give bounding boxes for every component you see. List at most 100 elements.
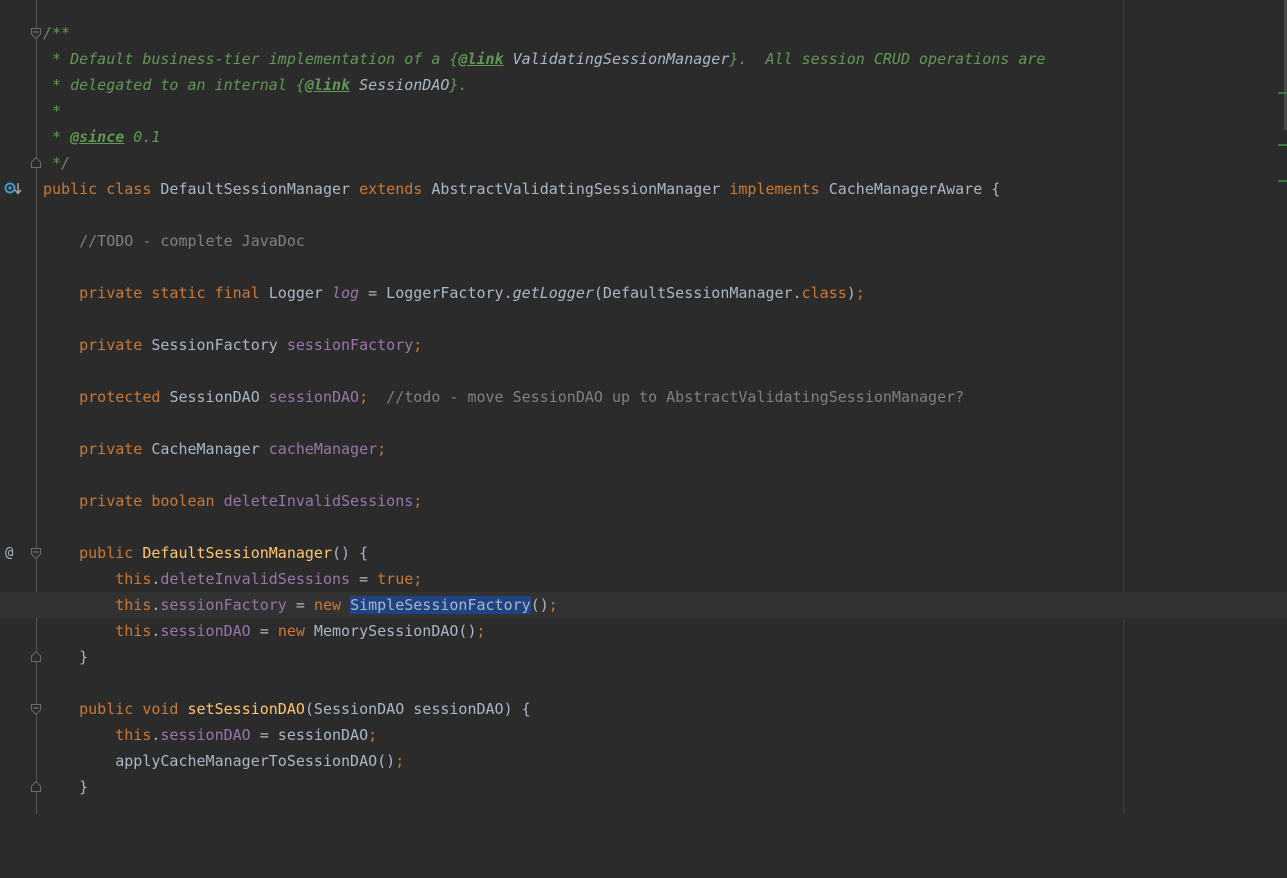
code-text: ) (846, 284, 856, 302)
modifiers: public (79, 544, 134, 562)
code-line[interactable]: private static final Logger log = Logger… (0, 280, 1287, 306)
doc-comment: /** (43, 24, 71, 42)
code-text: () { (332, 544, 369, 562)
code-line[interactable]: this.sessionDAO = sessionDAO; (0, 722, 1287, 748)
code-line[interactable]: public void setSessionDAO(SessionDAO ses… (0, 696, 1287, 722)
doc-link-tag[interactable]: @link (305, 76, 350, 94)
keyword: public (43, 180, 98, 198)
fold-end-icon[interactable] (31, 781, 41, 792)
constructor-name[interactable]: DefaultSessionManager (142, 544, 332, 562)
code-line[interactable] (0, 514, 1287, 540)
keyword: true (377, 570, 414, 588)
current-code-line[interactable]: this.sessionFactory = new SimpleSessionF… (0, 592, 1287, 618)
fold-end-icon[interactable] (31, 651, 41, 662)
code-line[interactable]: * @since 0.1 (0, 124, 1287, 150)
selected-class-name[interactable]: SimpleSessionFactory (350, 596, 531, 614)
brace: } (79, 778, 89, 796)
code-text: (SessionDAO sessionDAO) { (304, 700, 531, 718)
code-lines[interactable]: /** * Default business-tier implementati… (0, 20, 1287, 800)
method-name[interactable]: setSessionDAO (188, 700, 305, 718)
field-name[interactable]: sessionFactory (160, 596, 286, 614)
code-line[interactable] (0, 462, 1287, 488)
code-line[interactable] (0, 306, 1287, 332)
keyword: this (115, 726, 152, 744)
method-call[interactable]: applyCacheManagerToSessionDAO() (115, 752, 395, 770)
code-line[interactable] (0, 254, 1287, 280)
doc-comment: * delegated to an internal { (43, 76, 305, 94)
code-line[interactable]: this.deleteInvalidSessions = true; (0, 566, 1287, 592)
field-name[interactable]: sessionFactory (287, 336, 413, 354)
code-line[interactable]: this.sessionDAO = new MemorySessionDAO()… (0, 618, 1287, 644)
doc-since-tag: @since (70, 128, 125, 146)
fold-collapse-icon[interactable] (31, 28, 41, 39)
code-line[interactable] (0, 410, 1287, 436)
code-text: = sessionDAO (250, 726, 369, 744)
modifiers: private (79, 492, 143, 510)
doc-comment: }. (449, 76, 468, 94)
keyword: new (313, 596, 342, 614)
code-line[interactable] (0, 358, 1287, 384)
code-line[interactable]: * (0, 98, 1287, 124)
semicolon: ; (855, 284, 865, 302)
keyword: new (277, 622, 305, 640)
superclass-name[interactable]: AbstractValidatingSessionManager (431, 180, 720, 198)
code-line[interactable] (0, 670, 1287, 696)
code-line[interactable]: * delegated to an internal {@link Sessio… (0, 72, 1287, 98)
brace: } (79, 648, 89, 666)
type-name[interactable]: CacheManager (151, 440, 259, 458)
interface-name[interactable]: CacheManagerAware (829, 180, 983, 198)
doc-link-ref[interactable]: SessionDAO (350, 76, 449, 94)
field-name[interactable]: deleteInvalidSessions (160, 570, 350, 588)
doc-link-ref[interactable]: ValidatingSessionManager (504, 50, 730, 68)
code-line[interactable]: protected SessionDAO sessionDAO; //todo … (0, 384, 1287, 410)
code-line[interactable]: /** (0, 20, 1287, 46)
code-text: () (530, 596, 549, 614)
code-line[interactable]: * Default business-tier implementation o… (0, 46, 1287, 72)
code-line[interactable]: */ (0, 150, 1287, 176)
code-line[interactable]: @ public DefaultSessionManager() { (0, 540, 1287, 566)
doc-comment: 0.1 (124, 128, 161, 146)
modifiers: private (79, 440, 143, 458)
field-name[interactable]: cacheManager (269, 440, 377, 458)
code-line[interactable]: //TODO - complete JavaDoc (0, 228, 1287, 254)
doc-comment: }. All session CRUD operations are (729, 50, 1046, 68)
code-line[interactable]: applyCacheManagerToSessionDAO(); (0, 748, 1287, 774)
code-line[interactable]: private SessionFactory sessionFactory; (0, 332, 1287, 358)
semicolon: ; (413, 336, 423, 354)
class-name[interactable]: DefaultSessionManager (160, 180, 350, 198)
doc-comment: * (43, 102, 62, 120)
field-name[interactable]: sessionDAO (269, 388, 359, 406)
fold-collapse-icon[interactable] (31, 704, 41, 715)
code-text: = (286, 596, 314, 614)
code-text: = (250, 622, 278, 640)
field-name[interactable]: log (332, 284, 359, 302)
field-name[interactable]: deleteInvalidSessions (224, 492, 414, 510)
keyword: implements (729, 180, 820, 198)
code-text: (DefaultSessionManager. (593, 284, 802, 302)
implements-gutter-icon[interactable] (4, 176, 22, 202)
brace: { (982, 180, 1001, 198)
field-name[interactable]: sessionDAO (160, 726, 250, 744)
code-line[interactable] (0, 202, 1287, 228)
type-name[interactable]: Logger (269, 284, 323, 302)
annotation-gutter-icon[interactable]: @ (5, 540, 13, 566)
fold-collapse-icon[interactable] (31, 548, 41, 559)
fold-end-icon[interactable] (31, 157, 41, 168)
code-line[interactable]: public class DefaultSessionManager exten… (0, 176, 1287, 202)
semicolon: ; (548, 596, 558, 614)
field-name[interactable]: sessionDAO (160, 622, 250, 640)
type-name[interactable]: SessionFactory (151, 336, 277, 354)
class-name[interactable]: MemorySessionDAO() (305, 622, 477, 640)
keyword: this (115, 570, 152, 588)
code-line[interactable]: } (0, 774, 1287, 800)
primitive-type: boolean (151, 492, 215, 510)
code-line[interactable]: private CacheManager cacheManager; (0, 436, 1287, 462)
code-line[interactable]: } (0, 644, 1287, 670)
code-editor[interactable]: /** * Default business-tier implementati… (0, 0, 1287, 814)
keyword: this (115, 622, 152, 640)
method-call[interactable]: getLogger (513, 284, 594, 302)
type-name[interactable]: SessionDAO (169, 388, 259, 406)
doc-link-tag[interactable]: @link (458, 50, 503, 68)
code-line[interactable]: private boolean deleteInvalidSessions; (0, 488, 1287, 514)
modifiers: public void (79, 700, 179, 718)
